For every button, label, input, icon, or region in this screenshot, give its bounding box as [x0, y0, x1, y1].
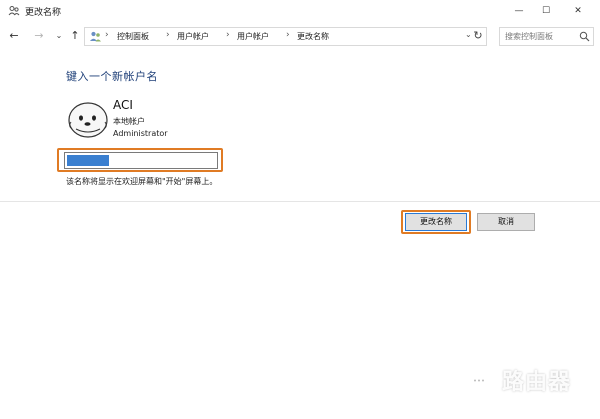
window-title: 更改名称 [25, 8, 62, 18]
breadcrumb-separator: › [105, 30, 109, 40]
maximize-button[interactable]: ☐ [531, 0, 561, 22]
page-heading: 键入一个新帐户名 [66, 70, 158, 83]
search-input[interactable]: 搜索控制面板 [499, 27, 594, 46]
breadcrumb-control-panel[interactable]: 控制面板 [117, 31, 149, 42]
forward-button[interactable]: → [33, 29, 45, 43]
title-bar: 更改名称 — ☐ ✕ [0, 0, 600, 22]
users-icon [90, 31, 101, 42]
cancel-button[interactable]: 取消 [477, 213, 535, 231]
breadcrumb-separator: › [226, 30, 230, 40]
text-selection [67, 155, 109, 166]
search-placeholder: 搜索控制面板 [505, 32, 553, 41]
breadcrumb-separator: › [166, 30, 170, 40]
minimize-button[interactable]: — [504, 0, 534, 22]
close-icon: ✕ [574, 6, 582, 16]
account-role: Administrator [113, 129, 168, 138]
router-logo-icon [462, 360, 498, 396]
account-type: 本地帐户 [113, 117, 145, 126]
address-bar[interactable]: › 控制面板 › 用户帐户 › 用户帐户 › 更改名称 ⌄ [84, 27, 487, 46]
account-name: ACI [113, 98, 133, 112]
breadcrumb-user-accounts-2[interactable]: 用户帐户 [237, 31, 269, 42]
back-button[interactable]: ← [8, 29, 20, 43]
close-button[interactable]: ✕ [563, 0, 593, 22]
hint-text: 该名称将显示在欢迎屏幕和"开始"屏幕上。 [66, 177, 218, 186]
new-account-name-input[interactable] [64, 152, 218, 169]
breadcrumb-user-accounts[interactable]: 用户帐户 [177, 31, 209, 42]
watermark-text: 路由器 [502, 370, 572, 395]
minimize-icon: — [514, 6, 524, 16]
users-icon [8, 6, 20, 16]
change-name-button[interactable]: 更改名称 [405, 213, 467, 231]
refresh-button[interactable]: ↻ [471, 29, 485, 43]
search-icon [579, 31, 590, 42]
watermark: 路由器 [462, 360, 594, 396]
recent-locations-button[interactable]: ⌄ [53, 29, 65, 43]
avatar [68, 102, 108, 138]
maximize-icon: ☐ [541, 6, 551, 16]
breadcrumb-separator: › [286, 30, 290, 40]
up-button[interactable]: ↑ [69, 29, 81, 43]
divider [0, 201, 600, 202]
breadcrumb-change-name[interactable]: 更改名称 [297, 31, 329, 42]
